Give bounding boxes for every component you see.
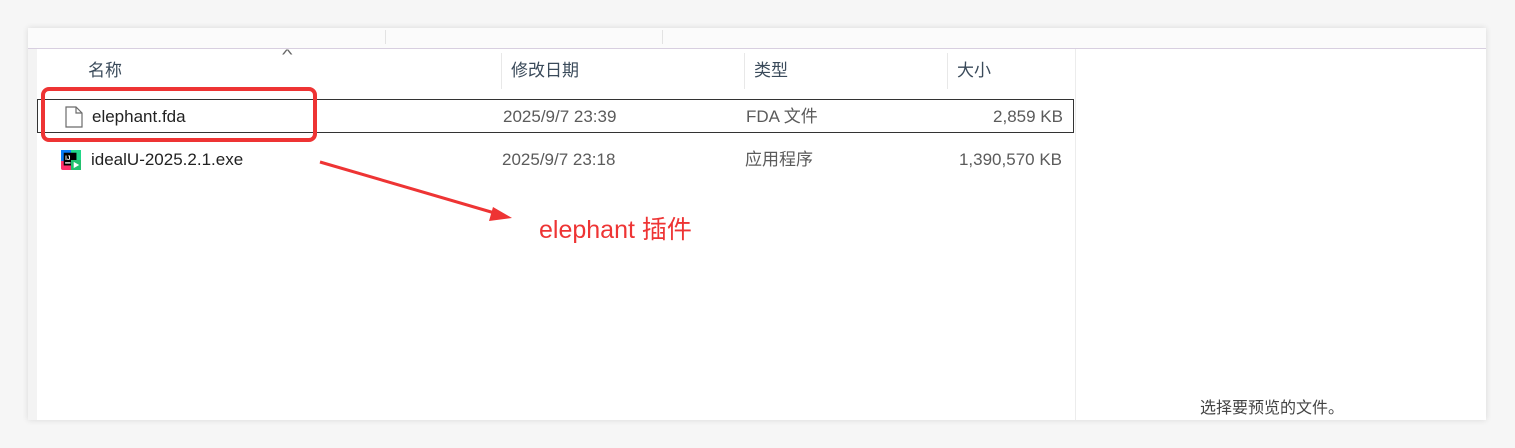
toolbar-strip [28, 28, 1486, 49]
preview-pane-divider[interactable] [1075, 49, 1076, 420]
svg-text:IJ: IJ [65, 155, 71, 162]
column-header-name[interactable]: 名称 [88, 49, 498, 89]
file-modified: 2025/9/7 23:39 [503, 107, 617, 126]
file-name: idealU-2025.2.1.exe [91, 150, 244, 169]
column-header-row: ^ 名称 修改日期 类型 大小 [37, 46, 1074, 89]
column-header-size[interactable]: 大小 [957, 49, 1067, 89]
preview-pane-message: 选择要预览的文件。 [1200, 400, 1345, 417]
column-header-type[interactable]: 类型 [754, 49, 944, 89]
file-modified: 2025/9/7 23:18 [502, 150, 616, 169]
highlight-box [41, 87, 317, 142]
column-divider[interactable] [501, 53, 502, 89]
intellij-idea-icon: IJ [61, 150, 81, 170]
column-divider[interactable] [744, 53, 745, 89]
column-divider[interactable] [947, 53, 948, 89]
file-size: 1,390,570 KB [958, 150, 1062, 169]
toolbar-divider [662, 30, 663, 44]
file-size: 2,859 KB [993, 107, 1063, 126]
toolbar-divider [385, 30, 386, 44]
annotation-label: elephant 插件 [539, 216, 692, 244]
column-header-modified[interactable]: 修改日期 [511, 49, 741, 89]
file-row-idea-installer[interactable]: IJ idealU-2025.2.1.exe 2025/9/7 23:18 应用… [37, 143, 1074, 177]
file-type: 应用程序 [745, 150, 813, 169]
file-type: FDA 文件 [746, 107, 818, 126]
navigation-pane-edge [28, 49, 37, 420]
